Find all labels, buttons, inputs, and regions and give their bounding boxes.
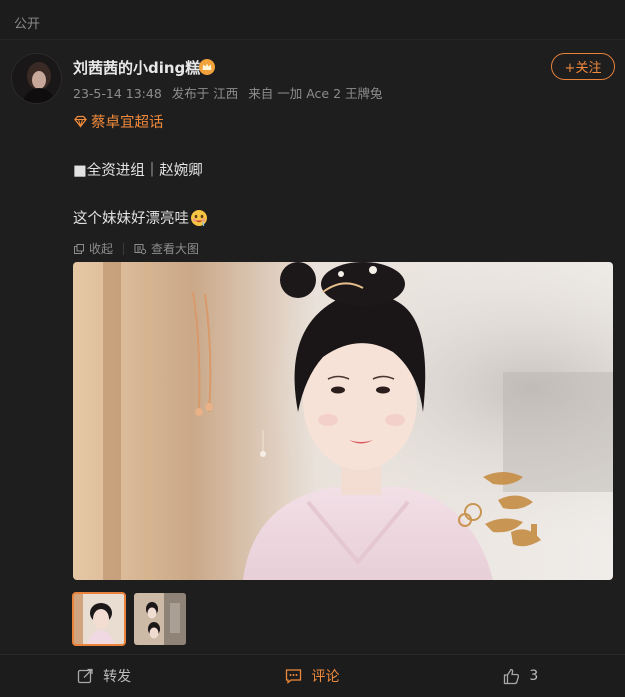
post-text-line: ■全资进组｜赵婉卿	[73, 163, 203, 179]
repost-icon	[78, 668, 93, 683]
topic-label: 蔡卓宜超话	[91, 115, 164, 131]
comment-label: 评论	[311, 669, 340, 685]
view-large-button[interactable]: 查看大图	[134, 240, 199, 257]
magnify-icon	[134, 243, 147, 254]
comment-icon	[286, 669, 302, 684]
repost-button[interactable]: 转发	[0, 655, 208, 697]
view-large-label: 查看大图	[151, 242, 200, 256]
post-location: 发布于 江西	[171, 86, 239, 101]
thumbnail-strip	[72, 592, 186, 646]
like-count: 3	[529, 668, 539, 684]
collapse-icon	[74, 243, 84, 254]
post-text-line: 这个妹妹好漂亮哇	[73, 207, 208, 228]
like-button[interactable]: 3	[417, 655, 625, 697]
collapse-button[interactable]: 收起	[73, 240, 113, 257]
topic-link[interactable]: 蔡卓宜超话	[73, 111, 164, 132]
crown-badge-icon	[198, 58, 216, 76]
visibility-header: 公开	[0, 0, 625, 40]
thumbs-up-icon	[504, 668, 520, 684]
visibility-label: 公开	[14, 17, 41, 32]
comment-button[interactable]: 评论	[208, 655, 416, 697]
post-main-image[interactable]	[73, 262, 613, 580]
collapse-label: 收起	[89, 242, 114, 256]
drooling-face-emoji-icon	[190, 209, 208, 227]
post-meta: 23-5-14 13:48 发布于 江西 来自 一加 Ace 2 王牌兔	[73, 83, 389, 102]
post-device: 来自 一加 Ace 2 王牌兔	[248, 86, 383, 101]
follow-label: +关注	[564, 61, 602, 76]
toolbar-divider	[123, 242, 125, 255]
follow-button[interactable]: +关注	[551, 53, 615, 80]
diamond-icon	[74, 115, 87, 128]
action-bar: 转发 评论 3	[0, 654, 625, 697]
image-toolbar: 收起 查看大图	[73, 240, 199, 257]
thumbnail-1[interactable]	[72, 592, 126, 646]
post-text-content: 这个妹妹好漂亮哇	[73, 211, 189, 227]
post-timestamp[interactable]: 23-5-14 13:48	[73, 86, 162, 101]
repost-label: 转发	[103, 669, 132, 685]
author-name[interactable]: 刘茜茜的小ding糕	[73, 57, 200, 78]
thumbnail-2[interactable]	[134, 593, 186, 645]
avatar[interactable]	[11, 53, 62, 104]
